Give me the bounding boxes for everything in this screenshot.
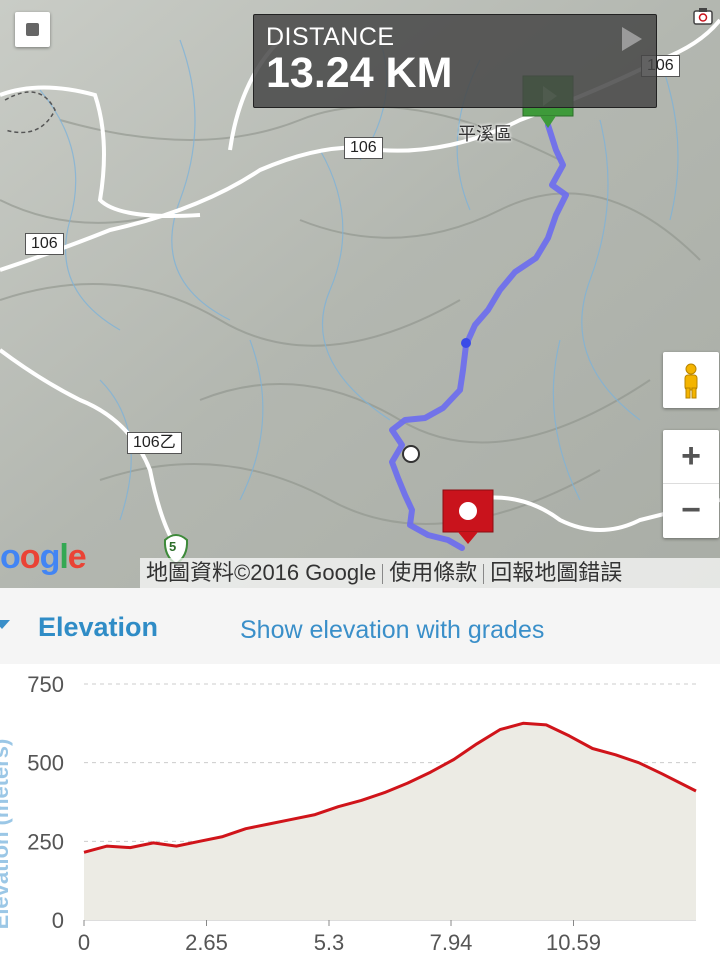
y-tick-label: 250 xyxy=(27,829,64,854)
map-view[interactable]: 106 106 106 106乙 平溪區 5 DISTANCE 13.24 KM… xyxy=(0,0,720,588)
x-tick-label: 2.65 xyxy=(185,930,228,955)
y-tick-label: 0 xyxy=(52,908,64,933)
x-tick-label: 5.3 xyxy=(314,930,345,955)
report-error-link[interactable]: 回報地圖錯誤 xyxy=(484,558,628,588)
distance-panel: DISTANCE 13.24 KM xyxy=(253,14,657,108)
distance-value: 13.24 KM xyxy=(266,49,453,97)
copyright-text: 地圖資料©2016 Google xyxy=(146,560,377,585)
x-tick-label: 0 xyxy=(78,930,90,955)
x-tick-label: 10.59 xyxy=(546,930,601,955)
route-number-badge: 5 xyxy=(169,539,177,554)
zoom-out-button[interactable]: − xyxy=(663,484,719,537)
pegman-icon[interactable] xyxy=(663,352,719,408)
road-label: 106乙 xyxy=(127,432,182,454)
show-grades-link[interactable]: Show elevation with grades xyxy=(240,616,544,645)
zoom-in-button[interactable]: + xyxy=(663,430,719,484)
distance-label: DISTANCE xyxy=(266,23,395,51)
zoom-control: + − xyxy=(663,430,719,538)
play-icon[interactable] xyxy=(622,27,642,51)
x-tick-label: 7.94 xyxy=(430,930,473,955)
terms-link[interactable]: 使用條款 xyxy=(383,558,483,588)
elevation-title[interactable]: Elevation xyxy=(38,612,158,643)
google-logo: oogle xyxy=(0,538,87,576)
y-tick-label: 750 xyxy=(27,672,64,697)
layers-square-icon[interactable] xyxy=(15,12,50,47)
place-label: 平溪區 xyxy=(458,124,512,144)
y-tick-label: 500 xyxy=(27,751,64,776)
road-label: 106 xyxy=(25,233,64,255)
y-axis-label: Elevation (meters) xyxy=(0,739,13,930)
elevation-chart: 750 500 250 0 0 2.65 5.3 7.94 10.59 Elevation (… xyxy=(0,672,697,955)
map-footer: 地圖資料©2016 Google 使用條款 回報地圖錯誤 xyxy=(140,558,720,588)
collapse-arrow-icon[interactable] xyxy=(0,620,10,629)
camera-icon[interactable] xyxy=(692,6,714,26)
road-label: 106 xyxy=(344,137,383,159)
elevation-header: Elevation Show elevation with grades xyxy=(0,588,720,664)
